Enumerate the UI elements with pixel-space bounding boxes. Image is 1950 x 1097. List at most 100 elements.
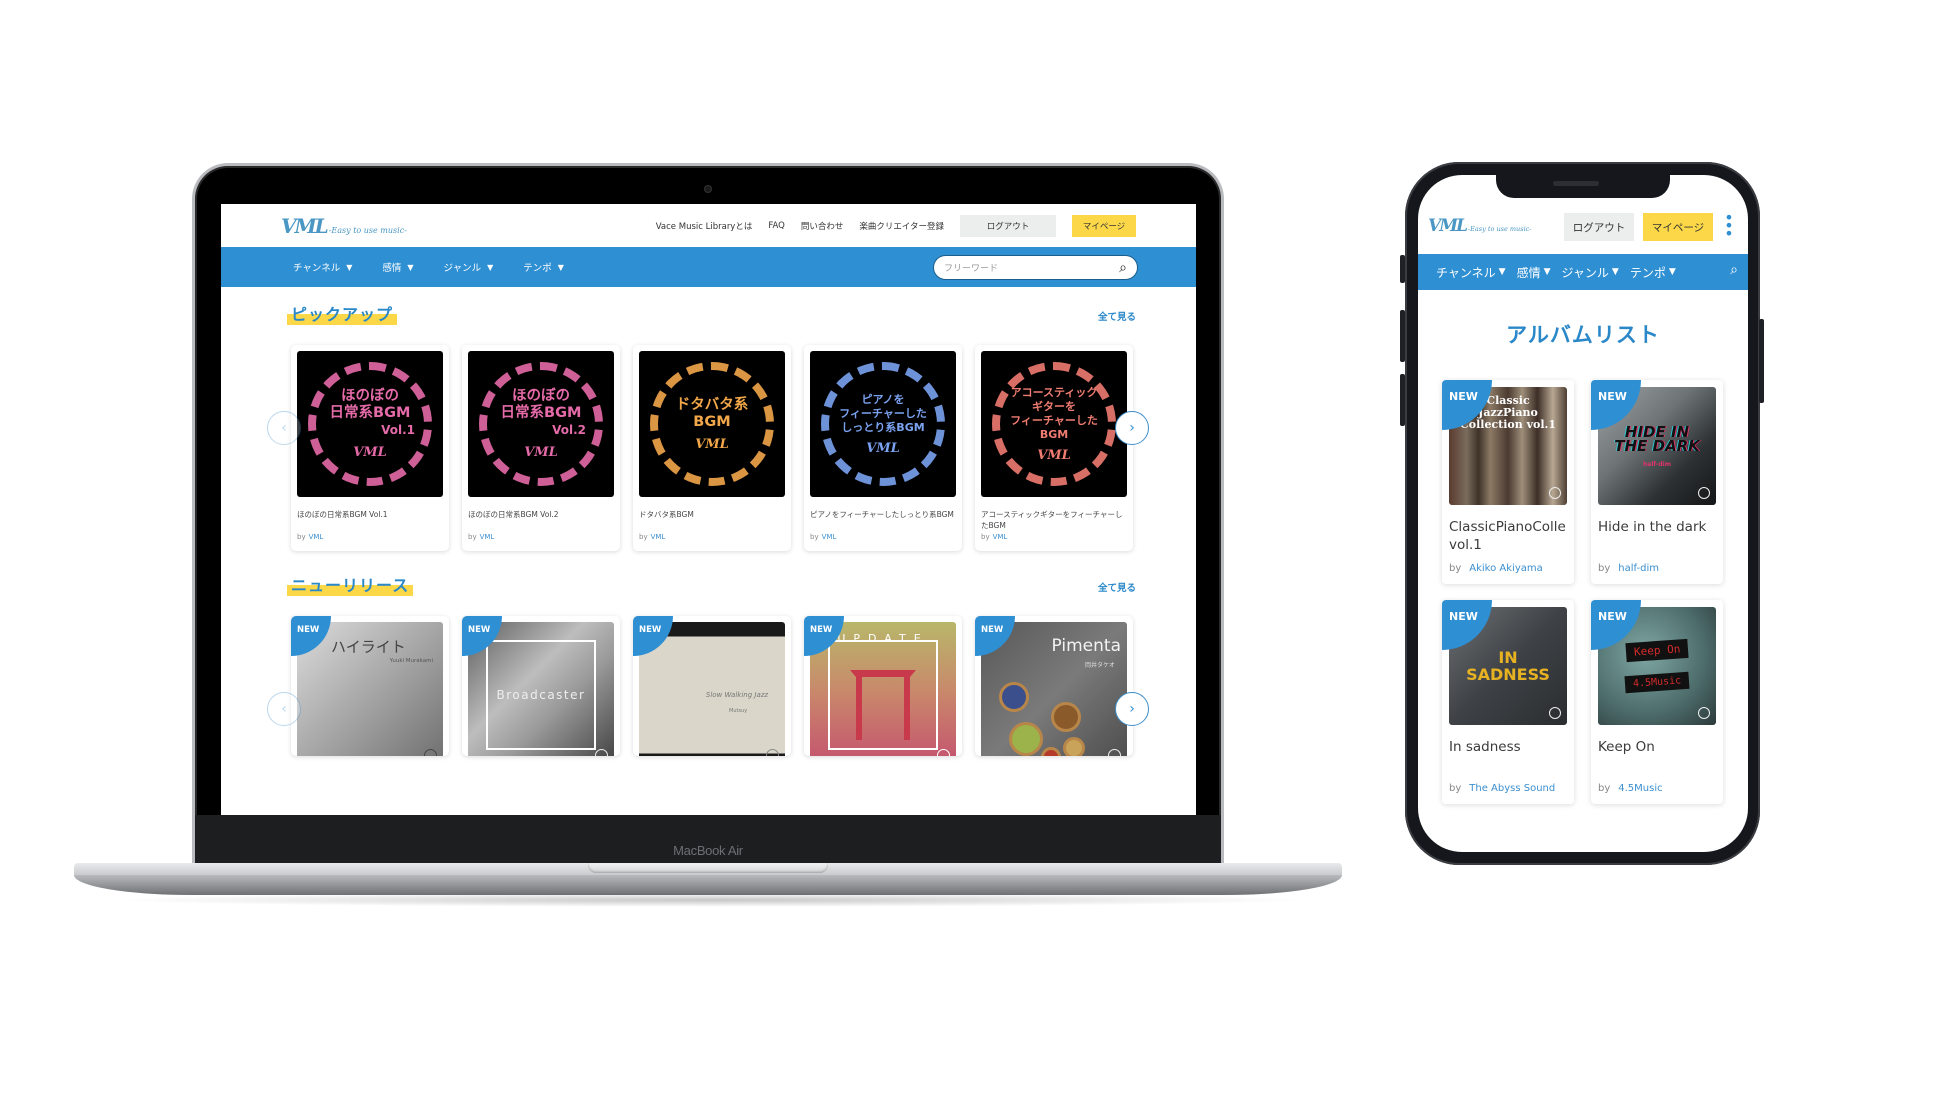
album-title[interactable]: ドタバタ系BGM bbox=[639, 509, 785, 531]
link-faq[interactable]: FAQ bbox=[768, 221, 784, 231]
nav-tempo[interactable]: テンポ ▼ bbox=[1630, 264, 1676, 281]
new-release-card[interactable]: NEW ハイライト Yuuki Murakami bbox=[291, 616, 449, 756]
chevron-left-icon[interactable]: ‹ bbox=[267, 692, 301, 726]
album-card[interactable]: ピアノを フィーチャーした しっとり系BGM VML ピアノをフィーチャーしたしっとり系… bbox=[804, 345, 962, 551]
album-card[interactable]: NEW Keep On 4.5Music Keep On by 4.5Music bbox=[1591, 600, 1723, 804]
cover-subtitle: 岡井タケオ bbox=[1084, 662, 1115, 669]
by-label: by bbox=[297, 533, 306, 541]
mypage-button[interactable]: マイページ bbox=[1072, 214, 1136, 237]
artist-link[interactable]: VML bbox=[309, 533, 324, 541]
album-title[interactable]: ほのぼの日常系BGM Vol.1 bbox=[297, 509, 443, 531]
section-title: ピックアップ bbox=[287, 301, 398, 325]
by-label: by bbox=[468, 533, 477, 541]
link-about[interactable]: Vace Music Libraryとは bbox=[656, 220, 753, 232]
new-release-card[interactable]: NEW Slow Walking Jazz Mutsuy bbox=[633, 616, 791, 756]
mobile-header: VML -Easy to use music- ログアウト マイページ • • • bbox=[1418, 205, 1748, 247]
nav-emotion[interactable]: 感情 ▼ bbox=[382, 260, 413, 275]
album-cover[interactable]: ピアノを フィーチャーした しっとり系BGM VML bbox=[810, 351, 956, 497]
artist-link[interactable]: VML bbox=[480, 533, 495, 541]
vml-logo-icon bbox=[1549, 707, 1561, 719]
link-creator-register[interactable]: 楽曲クリエイター登録 bbox=[859, 220, 944, 232]
nav-tempo[interactable]: テンポ ▼ bbox=[523, 260, 564, 275]
spice-bowl-decoration bbox=[1051, 702, 1081, 732]
album-card[interactable]: アコースティック ギターを フィーチャーした BGM VML アコースティックギターをフィ… bbox=[975, 345, 1133, 551]
chevron-right-icon[interactable]: › bbox=[1115, 692, 1149, 726]
new-releases-carousel: NEW ハイライト Yuuki Murakami NEW Broadcaster NEW S… bbox=[291, 616, 1133, 756]
new-release-card[interactable]: NEW UPDATE bbox=[804, 616, 962, 756]
logo-mark: VML bbox=[281, 213, 329, 238]
album-artist-line: by half-dim bbox=[1598, 563, 1659, 574]
laptop-screen: VML -Easy to use music- Vace Music Libra… bbox=[221, 204, 1196, 815]
see-all-link[interactable]: 全て見る bbox=[1098, 309, 1136, 323]
album-card[interactable]: NEW Classic JazzPiano Collection vol.1 Cla… bbox=[1442, 380, 1574, 584]
laptop-brand-label: MacBook Air bbox=[673, 843, 743, 858]
album-title[interactable]: アコースティックギターをフィーチャーしたBGM bbox=[981, 509, 1127, 531]
chevron-right-icon[interactable]: › bbox=[1115, 411, 1149, 445]
cover-artist: half-dim bbox=[1643, 460, 1671, 468]
chevron-left-icon[interactable]: ‹ bbox=[267, 411, 301, 445]
search-icon[interactable]: ⌕ bbox=[1119, 260, 1127, 276]
cover-title: Keep On bbox=[1625, 638, 1689, 663]
nav-emotion[interactable]: 感情 ▼ bbox=[1517, 264, 1551, 281]
kebab-menu-icon[interactable]: • • • bbox=[1724, 210, 1734, 242]
cover-title-line: ほのぼの bbox=[340, 388, 399, 404]
new-release-card[interactable]: NEW Broadcaster bbox=[462, 616, 620, 756]
mobile-logo[interactable]: VML -Easy to use music- bbox=[1428, 216, 1532, 236]
see-all-link[interactable]: 全て見る bbox=[1098, 580, 1136, 594]
artist-link[interactable]: VML bbox=[651, 533, 666, 541]
album-title[interactable]: Keep On bbox=[1598, 738, 1716, 776]
nav-genre[interactable]: ジャンル ▼ bbox=[1562, 264, 1619, 281]
cover-title-line: ドタバタ系 bbox=[675, 396, 749, 413]
album-cover[interactable]: ほのぼの 日常系BGM Vol.1 VML bbox=[297, 351, 443, 497]
mobile-logout-button[interactable]: ログアウト bbox=[1564, 213, 1634, 241]
album-cover[interactable]: ドタバタ系 BGM VML bbox=[639, 351, 785, 497]
spice-bowl-decoration bbox=[1063, 737, 1085, 756]
new-release-card[interactable]: NEW Pimenta 岡井タケオ bbox=[975, 616, 1133, 756]
nav-genre[interactable]: ジャンル ▼ bbox=[443, 260, 494, 275]
artist-link[interactable]: VML bbox=[822, 533, 837, 541]
album-card[interactable]: ドタバタ系 BGM VML ドタバタ系BGM by VML bbox=[633, 345, 791, 551]
search-icon[interactable]: ⌕ bbox=[1730, 262, 1738, 278]
spice-bowl-decoration bbox=[999, 682, 1029, 712]
cover-title-line: 日常系BGM bbox=[329, 405, 411, 421]
phone-speaker bbox=[1553, 181, 1599, 186]
album-title[interactable]: ClassicPianoColle vol.1 bbox=[1449, 518, 1567, 556]
artist-link[interactable]: VML bbox=[993, 533, 1008, 541]
caret-down-icon: ▼ bbox=[346, 262, 353, 272]
logout-button[interactable]: ログアウト bbox=[960, 214, 1056, 237]
album-title[interactable]: ほのぼの日常系BGM Vol.2 bbox=[468, 509, 614, 531]
link-contact[interactable]: 問い合わせ bbox=[801, 220, 844, 232]
album-cover[interactable]: ほのぼの 日常系BGM Vol.2 VML bbox=[468, 351, 614, 497]
caret-down-icon: ▼ bbox=[1668, 267, 1676, 277]
cover-title-line: フィーチャーした bbox=[1010, 413, 1098, 427]
artist-link[interactable]: half-dim bbox=[1618, 563, 1659, 574]
album-cover[interactable]: アコースティック ギターを フィーチャーした BGM VML bbox=[981, 351, 1127, 497]
album-title-line: Hide in the dark bbox=[1598, 519, 1707, 535]
vml-logo-icon bbox=[595, 749, 608, 756]
cover-title-line: 日常系BGM bbox=[500, 405, 582, 421]
nav-label: ジャンル bbox=[443, 263, 482, 274]
search-placeholder: フリーワード bbox=[944, 264, 999, 274]
album-card[interactable]: ほのぼの 日常系BGM Vol.2 VML ほのぼの日常系BGM Vol.2 by VML bbox=[462, 345, 620, 551]
nav-label: 感情 bbox=[1516, 265, 1541, 280]
cover-volume: Vol.1 bbox=[381, 423, 415, 437]
album-title[interactable]: In sadness bbox=[1449, 738, 1567, 776]
cover-title: ドタバタ系 BGM bbox=[676, 397, 749, 431]
mobile-mypage-button[interactable]: マイページ bbox=[1643, 213, 1713, 241]
album-title[interactable]: Hide in the dark bbox=[1598, 518, 1716, 556]
cover-subtitle: Mutsuy bbox=[729, 708, 748, 714]
nav-channel[interactable]: チャンネル ▼ bbox=[1436, 264, 1506, 281]
nav-channel[interactable]: チャンネル ▼ bbox=[293, 260, 353, 275]
album-artist-line: by The Abyss Sound bbox=[1449, 783, 1555, 794]
site-logo[interactable]: VML -Easy to use music- bbox=[281, 214, 407, 238]
by-label: by bbox=[1449, 783, 1462, 794]
album-card[interactable]: NEW HIDE IN THE DARK half-dim Hide in the d… bbox=[1591, 380, 1723, 584]
artist-link[interactable]: The Abyss Sound bbox=[1469, 783, 1555, 794]
artist-link[interactable]: Akiko Akiyama bbox=[1469, 563, 1542, 574]
artist-link[interactable]: 4.5Music bbox=[1618, 783, 1662, 794]
album-card[interactable]: ほのぼの 日常系BGM Vol.1 VML ほのぼの日常系BGM Vol.1 by VML bbox=[291, 345, 449, 551]
album-title[interactable]: ピアノをフィーチャーしたしっとり系BGM bbox=[810, 509, 956, 531]
logo-tagline: -Easy to use music- bbox=[1467, 225, 1532, 233]
album-card[interactable]: NEW IN SADNESS In sadness by The Abyss Sound bbox=[1442, 600, 1574, 804]
search-input[interactable]: フリーワード ⌕ bbox=[933, 255, 1138, 280]
